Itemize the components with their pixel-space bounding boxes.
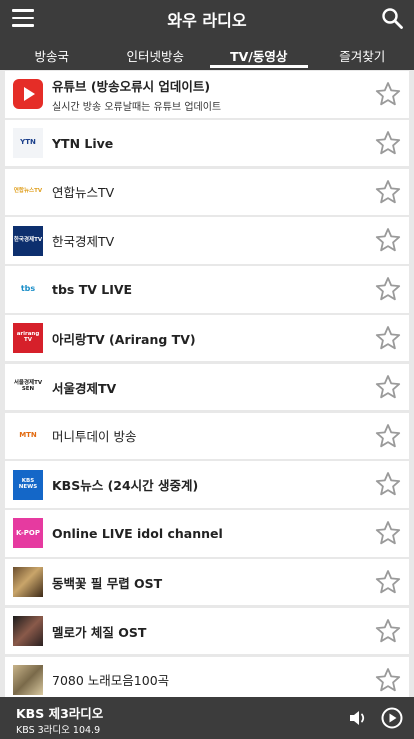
kbs-news-logo: KBS NEWS	[13, 469, 43, 500]
tab-tv-video[interactable]: TV/동영상	[207, 38, 311, 70]
item-title: 동백꽃 필 무렵 OST	[52, 575, 163, 591]
tab-stations[interactable]: 방송국	[0, 38, 104, 70]
album-cover-image	[13, 664, 43, 695]
star-icon[interactable]	[375, 81, 401, 107]
arirang-logo: arirang TV	[13, 323, 43, 354]
list-item[interactable]: 동백꽃 필 무렵 OST	[5, 558, 409, 606]
item-title: tbs TV LIVE	[52, 281, 133, 297]
star-icon[interactable]	[375, 423, 401, 449]
search-icon[interactable]	[380, 6, 404, 30]
tab-internet[interactable]: 인터넷방송	[104, 38, 208, 70]
list-item[interactable]: MTN 머니투데이 방송	[5, 412, 409, 460]
star-icon[interactable]	[375, 130, 401, 156]
player-subtitle: KBS 3라디오 104.9	[16, 725, 101, 736]
mtn-logo: MTN	[13, 420, 43, 451]
item-title: 한국경제TV	[52, 234, 115, 250]
star-icon[interactable]	[375, 667, 401, 693]
yonhap-logo: 연합뉴스TV	[13, 176, 43, 207]
drama-poster-image	[13, 567, 43, 598]
item-title: 연합뉴스TV	[52, 185, 115, 201]
item-title: YTN Live	[52, 135, 114, 151]
sentv-logo: 서울경제TV SEN	[13, 372, 43, 403]
list-item[interactable]: arirang TV 아리랑TV (Arirang TV)	[5, 314, 409, 362]
tab-bar: 방송국 인터넷방송 TV/동영상 즐겨찾기	[0, 38, 414, 70]
tab-favorites[interactable]: 즐겨찾기	[311, 38, 414, 70]
ytn-logo: YTN	[13, 128, 43, 159]
star-icon[interactable]	[375, 325, 401, 351]
item-subtitle: 실시간 방송 오류날때는 유튜브 업데이트	[52, 101, 222, 113]
star-icon[interactable]	[375, 374, 401, 400]
item-title: 머니투데이 방송	[52, 429, 137, 445]
list-item[interactable]: YTN YTN Live	[5, 119, 409, 167]
star-icon[interactable]	[375, 276, 401, 302]
list-item[interactable]: K-POP Online LIVE idol channel	[5, 510, 409, 557]
item-title: 멜로가 체질 OST	[52, 624, 147, 640]
item-title: 유튜브 (방송오류시 업데이트)	[52, 78, 211, 94]
list-item[interactable]: 7080 노래모음100곡	[5, 656, 409, 697]
item-title: 7080 노래모음100곡	[52, 673, 170, 689]
item-title: KBS뉴스 (24시간 생중계)	[52, 478, 199, 494]
list-item[interactable]: 연합뉴스TV 연합뉴스TV	[5, 168, 409, 216]
star-icon[interactable]	[375, 179, 401, 205]
tbs-logo: tbs	[13, 274, 43, 305]
list-item[interactable]: 서울경제TV SEN 서울경제TV	[5, 363, 409, 411]
hankyung-logo: 한국경제TV	[13, 225, 43, 256]
mini-player[interactable]: KBS 제3라디오 KBS 3라디오 104.9	[0, 697, 414, 739]
list-item[interactable]: 멜로가 체질 OST	[5, 607, 409, 655]
list-item[interactable]: KBS NEWS KBS뉴스 (24시간 생중계)	[5, 461, 409, 508]
star-icon[interactable]	[375, 520, 401, 546]
item-title: 서울경제TV	[52, 380, 117, 396]
channel-list[interactable]: 유튜브 (방송오류시 업데이트) 실시간 방송 오류날때는 유튜브 업데이트 Y…	[0, 70, 414, 697]
youtube-icon	[13, 79, 43, 110]
list-item[interactable]: 유튜브 (방송오류시 업데이트) 실시간 방송 오류날때는 유튜브 업데이트	[5, 71, 409, 118]
star-icon[interactable]	[375, 569, 401, 595]
play-icon[interactable]	[381, 707, 403, 729]
star-icon[interactable]	[375, 227, 401, 253]
volume-icon[interactable]	[348, 708, 370, 728]
drama-poster-image	[13, 616, 43, 647]
list-item[interactable]: 한국경제TV 한국경제TV	[5, 217, 409, 264]
item-title: 아리랑TV (Arirang TV)	[52, 331, 196, 347]
star-icon[interactable]	[375, 618, 401, 644]
kpop-logo: K-POP	[13, 518, 43, 549]
item-title: Online LIVE idol channel	[52, 525, 223, 541]
app-title: 와우 라디오	[167, 11, 247, 30]
title-row: 와우 라디오	[0, 0, 414, 38]
star-icon[interactable]	[375, 471, 401, 497]
app-bar: 와우 라디오 방송국 인터넷방송 TV/동영상 즐겨찾기	[0, 0, 414, 70]
list-item[interactable]: tbs tbs TV LIVE	[5, 266, 409, 313]
player-station: KBS 제3라디오	[16, 706, 104, 721]
